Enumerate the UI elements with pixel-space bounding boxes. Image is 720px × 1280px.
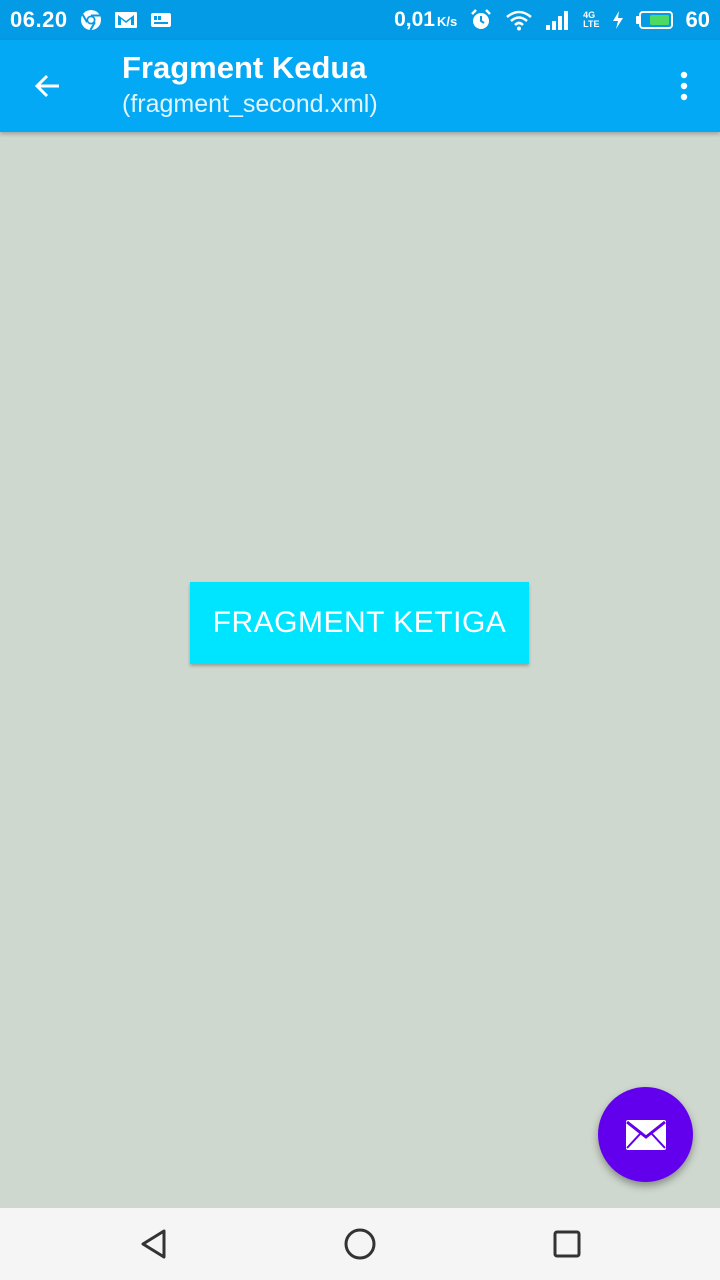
status-bar: 06.20 0,01 K/s 4G LTE 60 xyxy=(0,0,720,40)
network-speed-unit: K/s xyxy=(436,14,458,29)
charging-icon xyxy=(612,10,624,30)
alarm-icon xyxy=(469,8,493,32)
app-bar: Fragment Kedua (fragment_second.xml) xyxy=(0,40,720,132)
nav-recents-button[interactable] xyxy=(527,1220,607,1268)
chrome-icon xyxy=(80,9,102,31)
gmail-icon xyxy=(114,10,138,30)
system-nav-bar xyxy=(0,1208,720,1280)
email-fab[interactable] xyxy=(598,1087,693,1182)
arrow-back-icon xyxy=(33,71,63,101)
toolbar-titles: Fragment Kedua (fragment_second.xml) xyxy=(122,49,378,121)
email-icon xyxy=(625,1119,667,1151)
network-type: 4G LTE xyxy=(583,11,599,29)
nav-back-button[interactable] xyxy=(114,1220,194,1268)
fragment-content: FRAGMENT KETIGA xyxy=(0,132,720,1208)
page-subtitle: (fragment_second.xml) xyxy=(122,90,378,118)
nav-home-button[interactable] xyxy=(320,1220,400,1268)
signal-icon xyxy=(545,10,571,30)
nav-recents-icon xyxy=(552,1229,582,1259)
more-vert-icon xyxy=(679,71,689,101)
network-type-bottom: LTE xyxy=(583,19,600,29)
fragment-ketiga-button[interactable]: FRAGMENT KETIGA xyxy=(190,582,529,664)
back-button[interactable] xyxy=(20,58,76,114)
nav-back-icon xyxy=(139,1228,169,1260)
battery-level: 60 xyxy=(685,7,710,32)
wifi-icon xyxy=(505,9,533,31)
status-left: 06.20 xyxy=(10,7,172,33)
network-speed: 0,01 K/s xyxy=(394,8,457,32)
nav-home-icon xyxy=(343,1227,377,1261)
battery-icon xyxy=(635,10,674,30)
sd-card-icon xyxy=(150,11,172,29)
status-time: 06.20 xyxy=(10,7,68,32)
overflow-menu-button[interactable] xyxy=(664,60,704,112)
page-title: Fragment Kedua xyxy=(122,50,367,85)
network-speed-value: 0,01 xyxy=(394,8,435,31)
status-right: 0,01 K/s 4G LTE 60 xyxy=(394,7,710,33)
